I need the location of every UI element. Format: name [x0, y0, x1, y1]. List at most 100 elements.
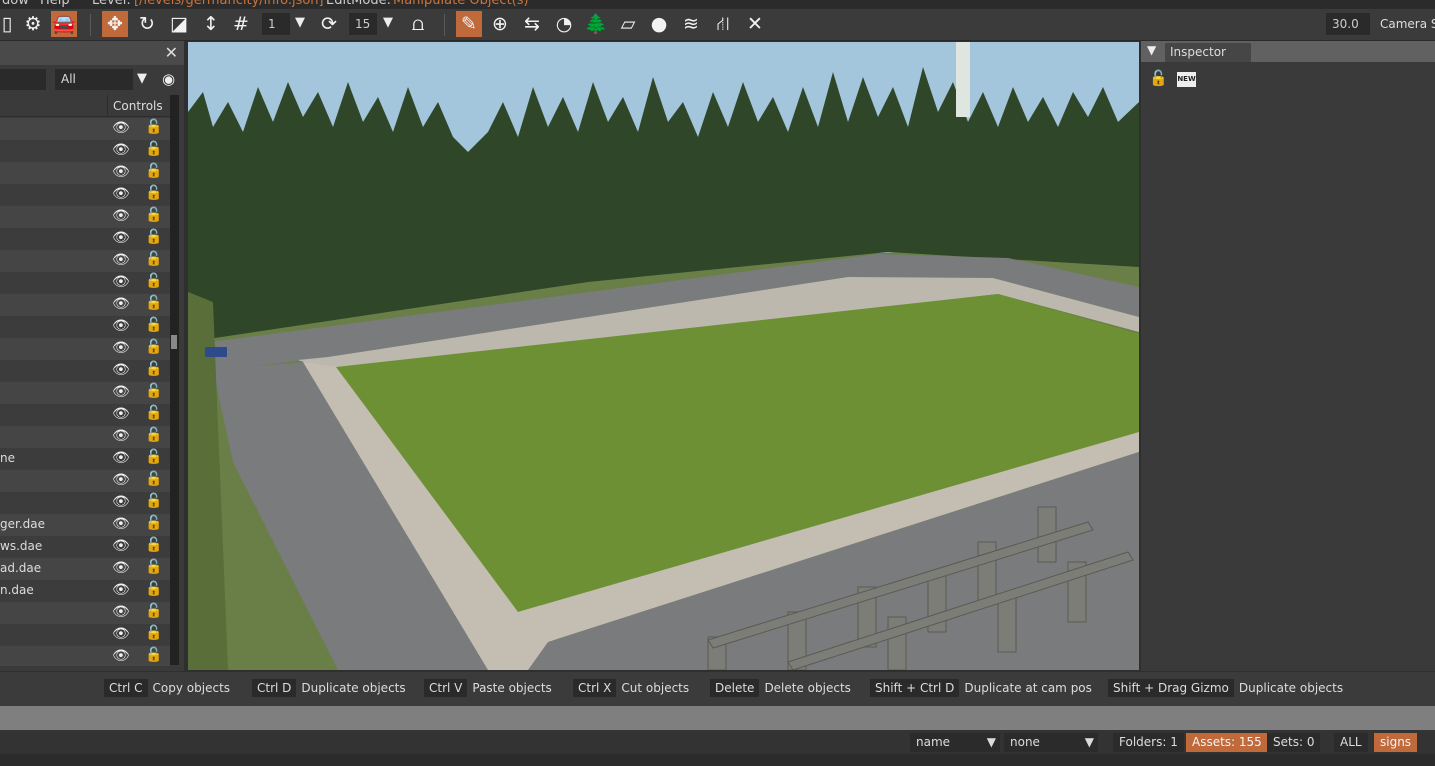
eye-icon[interactable]: 👁	[112, 582, 130, 598]
eye-icon[interactable]: 👁	[112, 186, 130, 202]
eye-icon[interactable]: 👁	[112, 516, 130, 532]
lock-icon[interactable]: 🔓	[145, 229, 162, 245]
eye-icon[interactable]: 👁	[112, 120, 130, 136]
list-item[interactable]: 👁 🔓	[0, 272, 170, 294]
list-item[interactable]: ger.dae 👁 🔓	[0, 514, 170, 536]
lock-icon[interactable]: 🔓	[145, 559, 162, 575]
add-object-icon[interactable]: ⊕	[487, 11, 513, 37]
decal-icon[interactable]: ◔	[551, 11, 577, 37]
lock-icon[interactable]: 🔓	[145, 537, 162, 553]
rotate-snap-input[interactable]: 15	[349, 13, 377, 35]
clipboard-icon[interactable]: ▯	[0, 11, 20, 37]
sets-count[interactable]: Sets: 0	[1267, 733, 1321, 752]
list-item[interactable]: 👁 🔓	[0, 316, 170, 338]
eye-icon[interactable]: 👁	[112, 472, 130, 488]
rotate-snap-icon[interactable]: ⟳	[316, 11, 342, 37]
list-item[interactable]: 👁 🔓	[0, 184, 170, 206]
list-item[interactable]: 👁 🔓	[0, 602, 170, 624]
eye-icon[interactable]: 👁	[112, 362, 130, 378]
lock-icon[interactable]: 🔓	[145, 493, 162, 509]
eye-icon[interactable]: 👁	[112, 626, 130, 642]
river-icon[interactable]: ≋	[678, 11, 704, 37]
rotate-snap-dropdown-icon[interactable]: ▼	[383, 15, 393, 30]
eye-icon[interactable]: 👁	[112, 450, 130, 466]
lock-icon[interactable]: 🔓	[145, 273, 162, 289]
folders-count[interactable]: Folders: 1	[1113, 733, 1184, 752]
mesh-road-icon[interactable]: ▱	[615, 11, 641, 37]
eye-icon[interactable]: 👁	[112, 318, 130, 334]
lock-icon[interactable]: 🔓	[145, 603, 162, 619]
collapse-icon[interactable]: ▼	[1147, 43, 1156, 57]
list-item[interactable]: 👁 🔓	[0, 294, 170, 316]
new-icon[interactable]: NEW	[1177, 72, 1196, 87]
eye-icon[interactable]: 👁	[112, 538, 130, 554]
forest-icon[interactable]: 🌲	[583, 11, 609, 37]
eye-icon[interactable]: 👁	[112, 648, 130, 664]
lock-icon[interactable]: 🔓	[145, 625, 162, 641]
list-item[interactable]: 👁 🔓	[0, 404, 170, 426]
eye-icon[interactable]: 👁	[112, 340, 130, 356]
lock-icon[interactable]: 🔓	[145, 405, 162, 421]
3d-viewport[interactable]	[188, 42, 1139, 670]
lock-icon[interactable]: 🔓	[1149, 69, 1168, 87]
list-item[interactable]: 👁 🔓	[0, 250, 170, 272]
lock-icon[interactable]: 🔓	[145, 383, 162, 399]
eye-icon[interactable]: 👁	[112, 296, 130, 312]
lock-icon[interactable]: 🔓	[145, 207, 162, 223]
lock-icon[interactable]: 🔓	[145, 185, 162, 201]
list-item[interactable]: 👁 🔓	[0, 470, 170, 492]
list-item[interactable]: 👁 🔓	[0, 228, 170, 250]
rotate-gizmo-icon[interactable]: ↻	[134, 11, 160, 37]
list-item[interactable]: ne 👁 🔓	[0, 448, 170, 470]
lock-icon[interactable]: 🔓	[145, 471, 162, 487]
scrollbar[interactable]	[170, 95, 179, 665]
list-item[interactable]: n.dae 👁 🔓	[0, 580, 170, 602]
lock-icon[interactable]: 🔓	[145, 449, 162, 465]
list-item[interactable]: ad.dae 👁 🔓	[0, 558, 170, 580]
lock-icon[interactable]: 🔓	[145, 251, 162, 267]
eye-icon[interactable]: 👁	[112, 384, 130, 400]
list-item[interactable]: 👁 🔓	[0, 382, 170, 404]
car-icon[interactable]: 🚘	[51, 11, 77, 37]
group-select[interactable]: none ▼	[1004, 733, 1098, 752]
lock-icon[interactable]: 🔓	[145, 295, 162, 311]
terrain-paint-icon[interactable]: ●	[646, 11, 672, 37]
grid-size-dropdown-icon[interactable]: ▼	[295, 15, 305, 30]
lock-icon[interactable]: 🔓	[145, 317, 162, 333]
list-item[interactable]: 👁 🔓	[0, 426, 170, 448]
eye-icon[interactable]: 👁	[112, 252, 130, 268]
eye-icon[interactable]: 👁	[112, 560, 130, 576]
eye-icon[interactable]: 👁	[112, 208, 130, 224]
snap-to-terrain-icon[interactable]: ⩍	[405, 11, 431, 37]
inspector-tab[interactable]: Inspector	[1165, 43, 1251, 62]
lock-icon[interactable]: 🔓	[145, 647, 162, 663]
menu-window[interactable]: dow	[2, 0, 29, 8]
lock-icon[interactable]: 🔓	[145, 361, 162, 377]
filter-signs[interactable]: signs	[1374, 733, 1418, 752]
eye-icon[interactable]: 👁	[112, 274, 130, 290]
list-item[interactable]: 👁 🔓	[0, 624, 170, 646]
grid-size-input[interactable]: 1	[262, 13, 290, 35]
scrollbar-thumb[interactable]	[171, 335, 177, 349]
close-icon[interactable]: ✕	[165, 43, 178, 62]
eye-icon[interactable]: 👁	[112, 164, 130, 180]
list-item[interactable]: 👁 🔓	[0, 162, 170, 184]
path-icon[interactable]: ⇆	[519, 11, 545, 37]
broadcast-icon[interactable]: ◉	[162, 70, 175, 88]
lock-icon[interactable]: 🔓	[145, 581, 162, 597]
world-space-icon[interactable]: ↕	[198, 11, 224, 37]
filter-select[interactable]: All	[55, 69, 133, 90]
eye-icon[interactable]: 👁	[112, 604, 130, 620]
lock-icon[interactable]: 🔓	[145, 141, 162, 157]
menu-help[interactable]: Help	[40, 0, 70, 8]
grid-snap-icon[interactable]: #	[228, 11, 254, 37]
eye-icon[interactable]: 👁	[112, 230, 130, 246]
list-item[interactable]: 👁 🔓	[0, 140, 170, 162]
list-item[interactable]: 👁 🔓	[0, 338, 170, 360]
lock-icon[interactable]: 🔓	[145, 163, 162, 179]
list-item[interactable]: 👁 🔓	[0, 118, 170, 140]
scale-gizmo-icon[interactable]: ◪	[166, 11, 192, 37]
search-input[interactable]	[0, 69, 46, 90]
list-item[interactable]: 👁 🔓	[0, 646, 170, 666]
sort-select[interactable]: name ▼	[910, 733, 1000, 752]
